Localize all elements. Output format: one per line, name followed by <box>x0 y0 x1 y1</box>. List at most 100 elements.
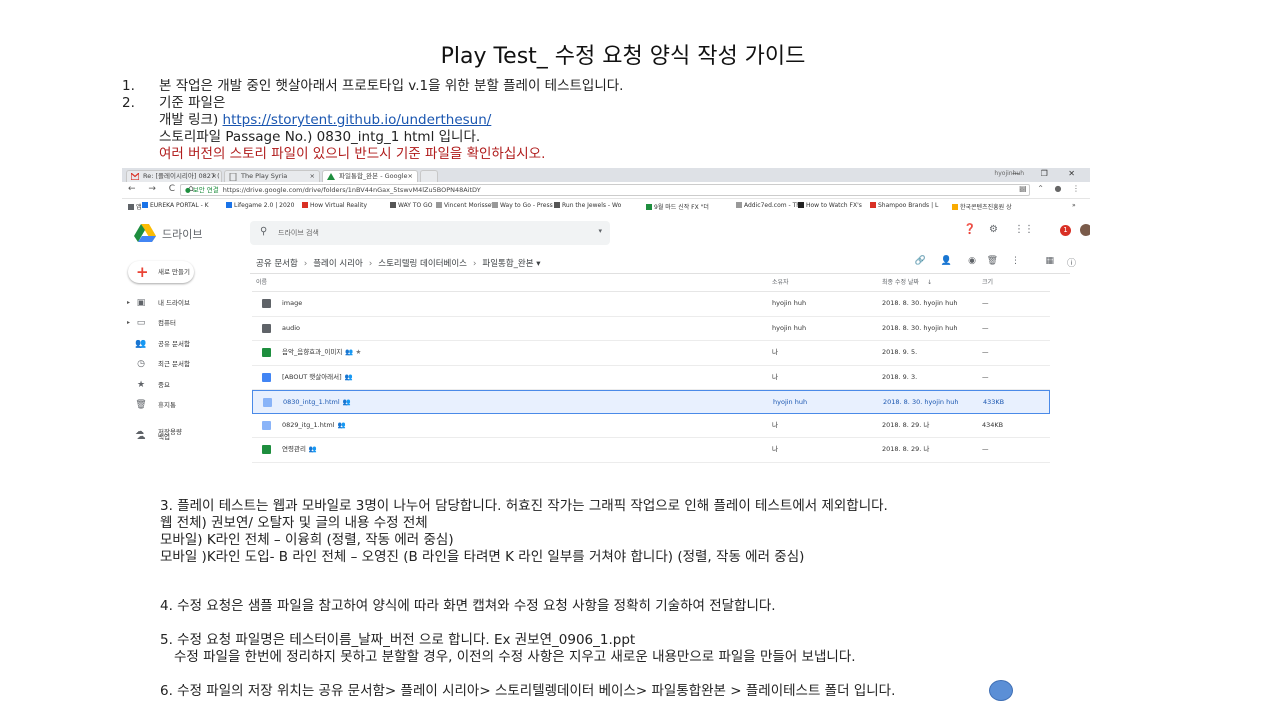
modified-cell: 2018. 8. 30. hyojin huh <box>883 398 959 406</box>
col-size[interactable]: 크기 <box>982 274 993 291</box>
breadcrumb-item[interactable]: 플레이 시리아 <box>313 259 363 269</box>
add-person-icon[interactable]: 👤 <box>941 256 952 266</box>
bookmark-item[interactable]: How Virtual Reality <box>302 202 367 209</box>
col-owner[interactable]: 소유자 <box>772 274 789 291</box>
expand-arrow-icon[interactable]: ▸ <box>127 313 130 333</box>
breadcrumb-item-current[interactable]: 파일통합_완본 <box>482 259 533 269</box>
close-icon[interactable]: × <box>408 171 413 182</box>
bookmark-item[interactable]: Vincent Morisset <box>436 202 494 209</box>
bookmark-item[interactable]: 한국콘텐츠진흥원 상 <box>952 202 1012 211</box>
bookmark-label: Lifegame 2.0 | 2020 <box>234 202 295 209</box>
blue-circle-marker <box>989 680 1013 701</box>
owner-cell: hyojin huh <box>772 323 807 332</box>
clock-icon: ◷ <box>137 359 145 370</box>
bookmark-item[interactable]: WAY TO GO <box>390 202 432 209</box>
search-options-icon[interactable]: ▾ <box>598 227 602 235</box>
trash-icon: 🗑 <box>135 399 147 410</box>
list-text: 기준 파일은 <box>159 95 226 111</box>
sidebar-item-label: 최근 문서함 <box>158 360 190 369</box>
chevron-down-icon[interactable]: ▾ <box>536 259 540 269</box>
sidebar-item-storage[interactable]: ☁ 저장용량 <box>122 422 242 442</box>
bookmark-label: How to Watch FX's <box>806 202 862 209</box>
search-icon: ⚲ <box>260 226 268 237</box>
owner-cell: 나 <box>772 445 778 453</box>
owner-cell: hyojin huh <box>773 398 808 406</box>
sidebar-item-clock[interactable]: ◷ 최근 문서함 <box>122 354 242 374</box>
list-item-1: 1. 본 작업은 개발 중인 햇살아래서 프로토타입 v.1을 위한 분할 플레… <box>122 78 623 95</box>
sidebar-item-computer[interactable]: ▸ ▭ 컴퓨터 <box>122 313 242 333</box>
new-tab-button[interactable] <box>420 170 438 182</box>
bookmark-item[interactable]: 9월 마드 신작 FX "더 <box>646 202 709 211</box>
sidebar-item-trash[interactable]: 🗑 휴지통 <box>122 395 242 415</box>
sidebar-item-label: 저장용량 <box>158 428 182 436</box>
drive-search[interactable]: ⚲ 드라이브 검색 ▾ <box>250 221 610 245</box>
table-row[interactable]: [ABOUT 햇살아래서] 👥 나 2018. 9. 3. — <box>252 366 1050 390</box>
sidebar-item-star[interactable]: ★ 중요 <box>122 375 242 395</box>
bookmark-item[interactable]: Run the Jewels - Wo <box>554 202 621 209</box>
tab-label: Re: [플레이시리아] 0827 ( <box>143 172 220 180</box>
star-icon: ★ <box>136 379 146 390</box>
expand-arrow-icon[interactable]: ▸ <box>127 293 130 313</box>
bookmark-item[interactable]: How to Watch FX's <box>798 202 862 209</box>
story-file-line: 스토리파일 Passage No.) 0830_intg_1 html 입니다. <box>159 129 481 145</box>
drive-app: 드라이브 ⚲ 드라이브 검색 ▾ ❓ ⚙ ⋮⋮ 1 + 새로 만들기 ▸ ▣ 내 드… <box>122 214 1090 470</box>
bookmark-item[interactable]: Way to Go - Press K <box>492 202 559 209</box>
file-name: audio <box>282 323 301 332</box>
close-icon[interactable]: × <box>212 171 217 182</box>
table-row[interactable]: audio hyojin huh 2018. 8. 30. hyojin huh — <box>252 317 1050 341</box>
tab-label: 파일통합_완본 - Google <box>339 172 408 180</box>
col-name[interactable]: 이름 <box>256 274 267 291</box>
bookmarks-overflow-icon[interactable]: » <box>1072 202 1076 209</box>
browser-tab-mail[interactable]: Re: [플레이시리아] 0827 (× <box>126 170 222 182</box>
gear-icon[interactable]: ⚙ <box>989 224 998 235</box>
drive-logo-icon <box>327 173 335 180</box>
bookmark-item[interactable]: 앱 <box>128 202 142 211</box>
bookmark-favicon-icon <box>798 202 804 208</box>
extension-icons[interactable]: ▤ ⌃ ● ⋮ <box>1019 184 1084 193</box>
grid-view-icon[interactable]: ▦ <box>1045 256 1054 266</box>
bookmark-favicon-icon <box>128 204 134 210</box>
help-icon[interactable]: ❓ <box>964 224 976 235</box>
table-row[interactable]: 음악_음향효과_이미지 👥 ★ 나 2018. 9. 5. — <box>252 341 1050 366</box>
apps-grid-icon[interactable]: ⋮⋮ <box>1014 224 1034 235</box>
tab-label: The Play Syria <box>241 172 288 180</box>
breadcrumb-item[interactable]: 공유 문서함 <box>256 259 298 269</box>
intro-list: 1. 본 작업은 개발 중인 햇살아래서 프로토타입 v.1을 위한 분할 플레… <box>122 78 623 163</box>
breadcrumb: 공유 문서함 › 플레이 시리아 › 스토리텔링 데이터베이스 › 파일통합_완본 ▾ <box>256 257 541 269</box>
close-icon[interactable]: × <box>310 171 315 182</box>
new-button[interactable]: + 새로 만들기 <box>128 261 194 283</box>
bookmarks-bar: 앱 EUREKA PORTAL - K Lifegame 2.0 | 2020 How… <box>122 199 1090 215</box>
url-input[interactable]: ● 보안 연결 https://drive.google.com/drive/fo… <box>180 184 1030 196</box>
file-name-cell: 음악_음향효과_이미지 👥 ★ <box>282 341 361 364</box>
breadcrumb-item[interactable]: 스토리텔링 데이터베이스 <box>378 259 467 269</box>
bookmark-item[interactable]: Shampoo Brands | L <box>870 202 938 209</box>
info-icon[interactable]: ⓘ <box>1067 256 1076 269</box>
link-icon[interactable]: 🔗 <box>915 256 926 266</box>
table-row[interactable]: 0830_intg_1.html 👥 hyojin huh 2018. 8. 30. … <box>252 390 1050 414</box>
file-name-cell: image <box>282 292 305 315</box>
bookmark-item[interactable]: Addic7ed.com - The <box>736 202 804 209</box>
dev-link[interactable]: https://storytent.github.io/underthesun/ <box>223 112 492 128</box>
table-row[interactable]: 연령관리 👥 나 2018. 8. 29. 나 — <box>252 438 1050 463</box>
browser-tab-playsyria[interactable]: The Play Syria × <box>224 170 320 182</box>
table-row[interactable]: image hyojin huh 2018. 8. 30. hyojin huh — <box>252 292 1050 317</box>
table-row[interactable]: 0829_itg_1.html 👥 나 2018. 8. 29. 나 434KB <box>252 414 1050 438</box>
col-modified[interactable]: 최종 수정 날짜 ↓ <box>882 274 932 291</box>
bookmark-item[interactable]: EUREKA PORTAL - K <box>142 202 209 209</box>
chevron-right-icon: › <box>472 259 477 269</box>
preview-eye-icon[interactable]: ◉ <box>968 256 976 266</box>
drive-logo[interactable] <box>134 224 156 242</box>
new-button-label: 새로 만들기 <box>158 268 190 276</box>
sidebar-item-shared[interactable]: 👥 공유 문서함 <box>122 334 242 354</box>
sidebar-item-drive[interactable]: ▸ ▣ 내 드라이브 <box>122 293 242 313</box>
page-icon <box>229 172 237 182</box>
storage-cloud-icon: ☁ <box>135 427 144 437</box>
bookmark-item[interactable]: Lifegame 2.0 | 2020 <box>226 202 294 209</box>
folder-icon <box>262 323 271 333</box>
window-controls[interactable]: — ❐ ✕ <box>1012 169 1084 178</box>
more-vert-icon[interactable]: ⋮ <box>1011 256 1020 266</box>
trash-icon[interactable]: 🗑 <box>987 256 998 266</box>
browser-tab-drive[interactable]: 파일통합_완본 - Google × <box>322 170 418 182</box>
drive-logo-text: 드라이브 <box>162 228 203 241</box>
shared-icon: 👥 <box>342 398 351 406</box>
